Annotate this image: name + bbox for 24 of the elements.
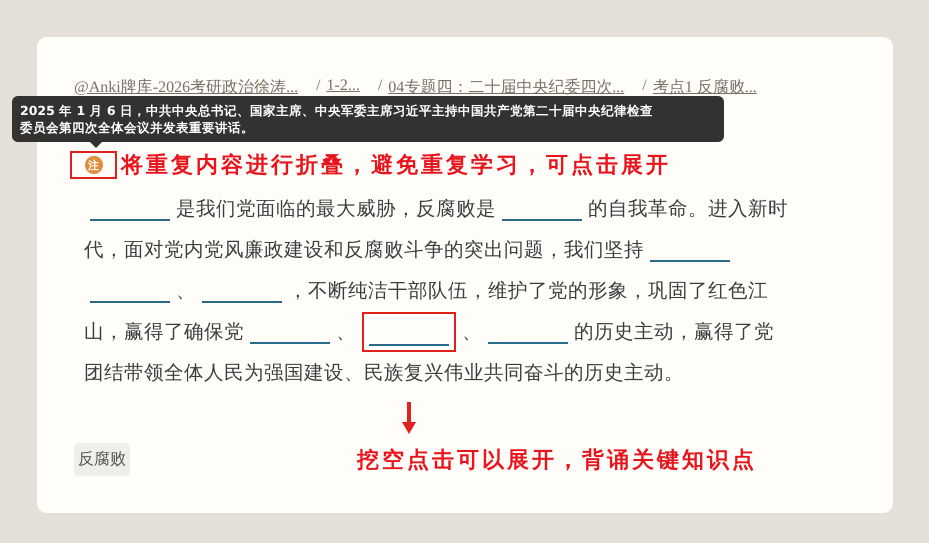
- paragraph-text: 代，面对党内党风廉政建设和反腐败斗争的突出问题，我们坚持: [84, 237, 644, 263]
- paragraph-text: 、: [462, 319, 482, 345]
- annotation-text: 挖空点击可以展开，背诵关键知识点: [357, 446, 757, 474]
- breadcrumb-separator: /: [642, 77, 647, 96]
- paragraph-text: 、: [336, 319, 356, 345]
- breadcrumb-link[interactable]: 1-2...: [326, 77, 360, 98]
- tooltip: 2025 年 1 月 6 日，中共中央总书记、国家主席、中央军委主席习近平主持中国共产党第二十届中央纪律检查委员会第四次全体会议并发表重要讲话。: [12, 96, 724, 142]
- paragraph-text: 的自我革命。进入新时: [588, 196, 788, 222]
- paragraph-text: 的历史主动，赢得了党: [574, 319, 774, 345]
- breadcrumb-link[interactable]: @Anki牌库-2026考研政治徐涛...: [74, 77, 298, 98]
- paragraph-text: 山，赢得了确保党: [84, 319, 244, 345]
- breadcrumb-link[interactable]: 考点1 反腐败...: [652, 77, 757, 98]
- breadcrumb-separator: /: [378, 77, 382, 96]
- arrow-icon: [402, 402, 416, 434]
- paragraph-text: ，不断纯洁干部队伍，维护了党的形象，巩固了红色江: [288, 278, 768, 304]
- breadcrumb-link[interactable]: 04专题四：二十届中央纪委四次...: [388, 77, 624, 98]
- paragraph-text: 、: [176, 278, 196, 304]
- paragraph-text: 团结带领全体人民为强国建设、民族复兴伟业共同奋斗的历史主动。: [84, 360, 684, 386]
- tag[interactable]: 反腐败: [74, 443, 130, 476]
- breadcrumb-separator: /: [316, 77, 321, 96]
- note-marker[interactable]: 注: [84, 156, 102, 174]
- tooltip-pointer: [90, 142, 102, 148]
- paragraph-text: 是我们党面临的最大威胁，反腐败是: [176, 196, 496, 222]
- annotation-text: 将重复内容进行折叠，避免重复学习，可点击展开: [121, 151, 671, 180]
